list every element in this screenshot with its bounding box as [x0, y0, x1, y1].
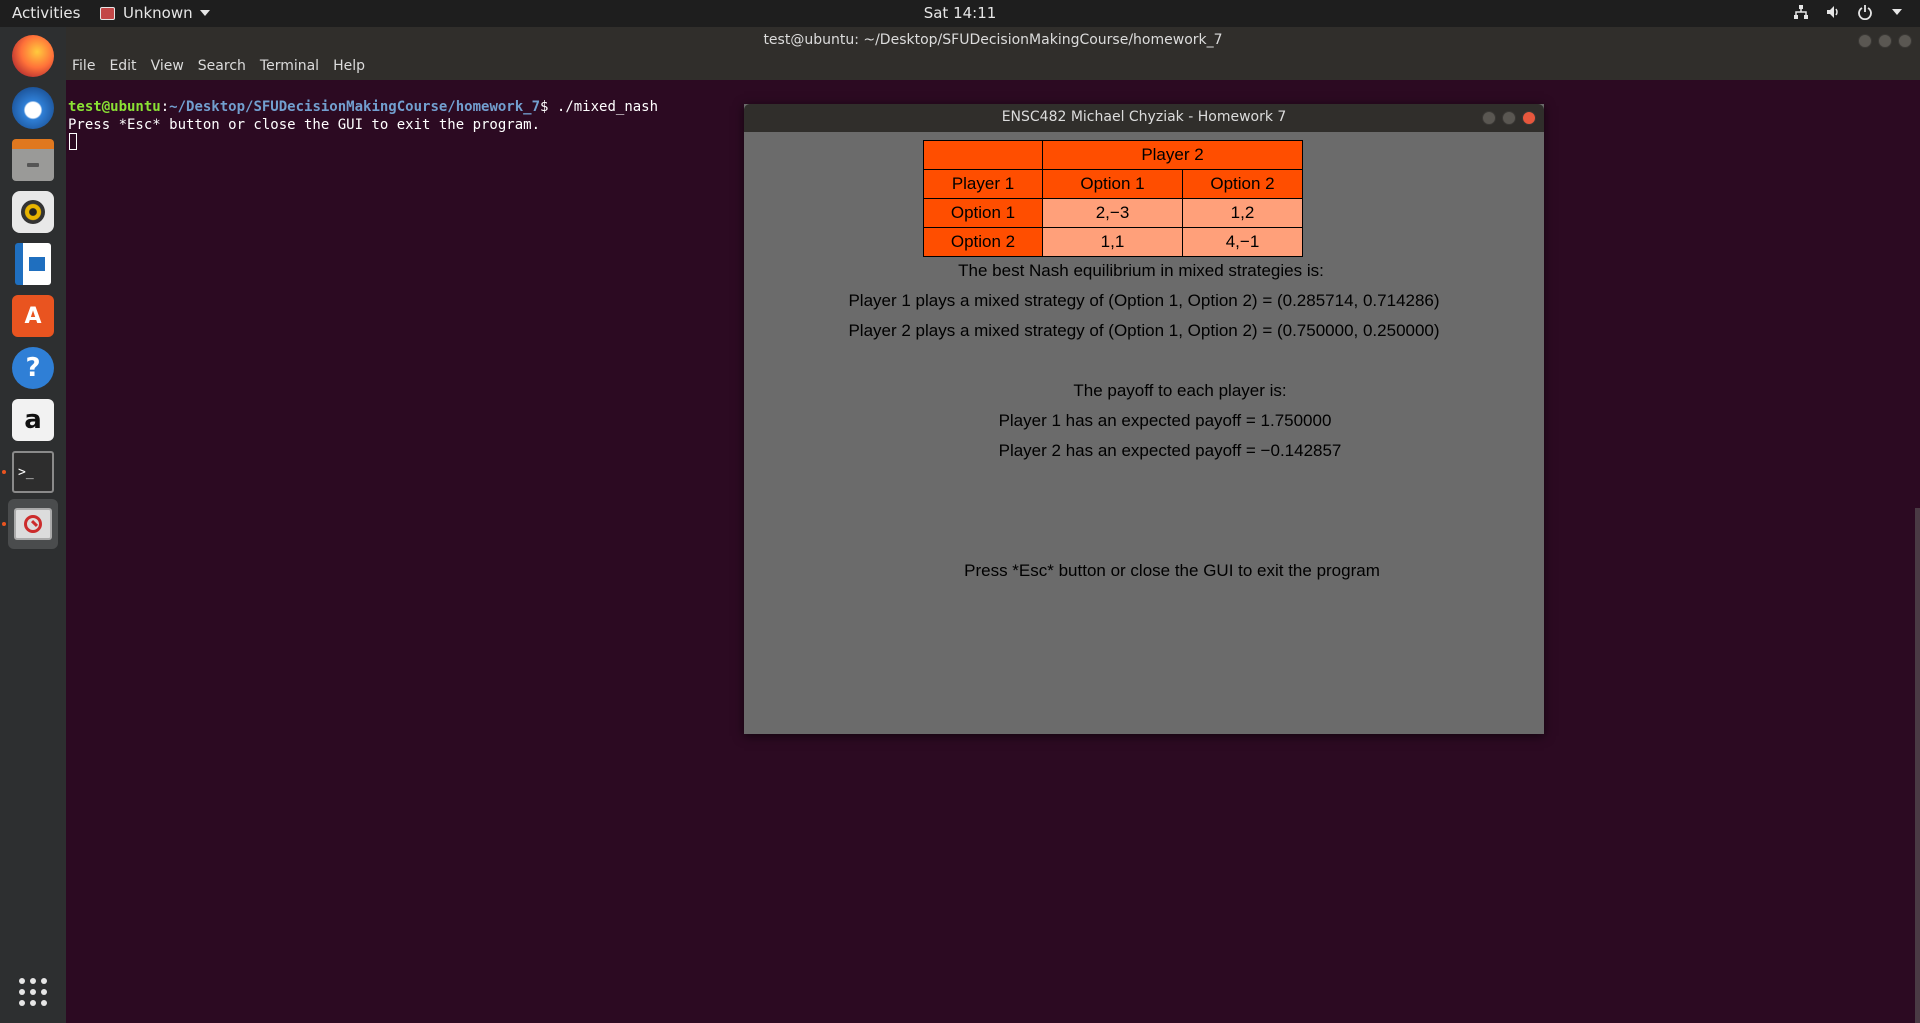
col-header-option2: Option 2 [1182, 169, 1303, 199]
chevron-down-icon[interactable] [1888, 3, 1906, 21]
dock: A ? a >_ [0, 27, 66, 1023]
terminal-titlebar[interactable]: test@ubuntu: ~/Desktop/SFUDecisionMaking… [66, 27, 1920, 55]
player2-header: Player 2 [1042, 140, 1303, 170]
maximize-button[interactable] [1878, 34, 1892, 48]
terminal-menubar: File Edit View Search Terminal Help [66, 55, 1920, 81]
prompt-user: test@ubuntu [68, 99, 161, 115]
terminal-icon: >_ [12, 451, 54, 493]
firefox-icon [12, 35, 54, 77]
terminal-scrollbar[interactable] [1915, 508, 1920, 1023]
player1-header: Player 1 [923, 169, 1043, 199]
row-header-option2: Option 2 [923, 227, 1043, 257]
chevron-down-icon [199, 10, 210, 16]
player2-strategy: Player 2 plays a mixed strategy of (Opti… [848, 321, 1440, 340]
software-center-icon: A [12, 295, 54, 337]
network-icon[interactable] [1792, 3, 1810, 21]
gui-title: ENSC482 Michael Chyziak - Homework 7 [1001, 109, 1287, 125]
dock-firefox[interactable] [8, 31, 58, 81]
command-line: test@ubuntu:~/Desktop/SFUDecisionMakingC… [68, 98, 658, 116]
payoff-cell: 2,−3 [1042, 198, 1183, 228]
dock-writer[interactable] [8, 239, 58, 289]
maximize-button[interactable] [1502, 111, 1516, 125]
thunderbird-icon [12, 87, 54, 129]
activities-button[interactable]: Activities [12, 4, 80, 22]
top-bar: Activities Unknown Sat 14:11 [0, 0, 1920, 27]
player1-payoff: Player 1 has an expected payoff = 1.7500… [998, 411, 1332, 430]
player2-payoff: Player 2 has an expected payoff = −0.142… [998, 441, 1342, 460]
terminal-cursor [69, 133, 77, 150]
system-tray[interactable] [1792, 3, 1906, 21]
gui-app-icon [14, 508, 52, 540]
menu-edit[interactable]: Edit [102, 55, 143, 80]
dock-gui-app[interactable] [8, 499, 58, 549]
menu-search[interactable]: Search [191, 55, 253, 80]
files-icon [12, 139, 54, 181]
minimize-button[interactable] [1482, 111, 1496, 125]
menu-view[interactable]: View [144, 55, 191, 80]
row-header-option1: Option 1 [923, 198, 1043, 228]
rhythmbox-icon [12, 191, 54, 233]
gui-window: ENSC482 Michael Chyziak - Homework 7 Pla… [744, 104, 1544, 734]
close-button[interactable] [1898, 34, 1912, 48]
dock-thunderbird[interactable] [8, 83, 58, 133]
app-menu-label: Unknown [123, 4, 193, 22]
running-indicator [2, 470, 6, 474]
prompt-path: ~/Desktop/SFUDecisionMakingCourse/homewo… [169, 99, 541, 115]
dock-rhythmbox[interactable] [8, 187, 58, 237]
menu-help[interactable]: Help [326, 55, 372, 80]
player1-strategy: Player 1 plays a mixed strategy of (Opti… [848, 291, 1440, 310]
dock-files[interactable] [8, 135, 58, 185]
prompt-command: $ ./mixed_nash [540, 99, 659, 115]
power-icon[interactable] [1856, 3, 1874, 21]
dock-terminal[interactable]: >_ [8, 447, 58, 497]
libreoffice-writer-icon [15, 243, 51, 285]
minimize-button[interactable] [1858, 34, 1872, 48]
terminal-title: test@ubuntu: ~/Desktop/SFUDecisionMaking… [763, 32, 1223, 48]
menu-terminal[interactable]: Terminal [253, 55, 326, 80]
payoff-cell: 1,1 [1042, 227, 1183, 257]
show-applications-icon [12, 971, 54, 1013]
payoff-cell: 4,−1 [1182, 227, 1303, 257]
clock[interactable]: Sat 14:11 [924, 4, 997, 22]
equilibrium-heading: The best Nash equilibrium in mixed strat… [958, 261, 1324, 280]
table-row: Option 1 2,−3 1,2 [923, 198, 1303, 228]
gui-body: Player 2 Player 1 Option 1 Option 2 Opti… [744, 132, 1544, 734]
app-icon [100, 6, 115, 20]
prompt-separator: : [160, 99, 170, 115]
payoff-heading: The payoff to each player is: [1073, 381, 1287, 400]
payoff-cell: 1,2 [1182, 198, 1303, 228]
menu-file[interactable]: File [66, 55, 102, 80]
col-header-option1: Option 1 [1042, 169, 1183, 199]
volume-icon[interactable] [1824, 3, 1842, 21]
output-line: Press *Esc* button or close the GUI to e… [68, 117, 541, 133]
dock-help[interactable]: ? [8, 343, 58, 393]
gui-titlebar[interactable]: ENSC482 Michael Chyziak - Homework 7 [744, 104, 1544, 132]
help-icon: ? [12, 347, 54, 389]
dock-show-applications[interactable] [8, 967, 58, 1017]
table-row: Option 2 1,1 4,−1 [923, 227, 1303, 257]
app-menu[interactable]: Unknown [100, 4, 210, 22]
close-button[interactable] [1522, 111, 1536, 125]
exit-hint: Press *Esc* button or close the GUI to e… [964, 561, 1380, 580]
payoff-table: Player 2 Player 1 Option 1 Option 2 Opti… [923, 140, 1303, 257]
amazon-icon: a [12, 399, 54, 441]
table-corner [923, 140, 1043, 170]
dock-amazon[interactable]: a [8, 395, 58, 445]
dock-software[interactable]: A [8, 291, 58, 341]
running-indicator [2, 522, 6, 526]
